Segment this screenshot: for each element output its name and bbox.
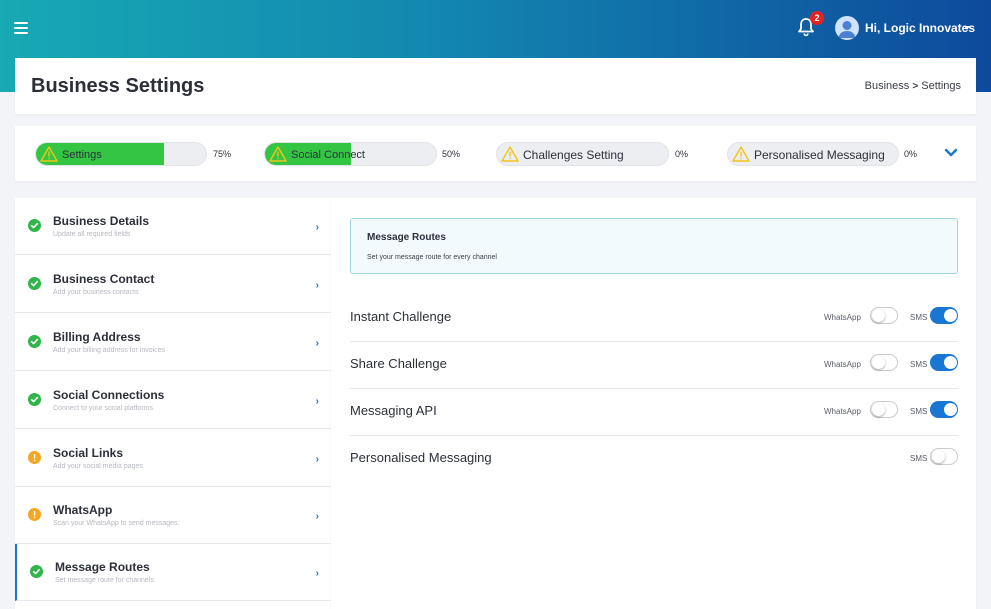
breadcrumb: Business > Settings bbox=[865, 80, 961, 92]
sidebar-item-billing-address[interactable]: Billing Address Add your billing address… bbox=[15, 314, 331, 371]
sidebar-item-subtitle: Add your business contacts bbox=[53, 289, 139, 296]
user-menu-caret-icon[interactable] bbox=[964, 26, 970, 30]
sms-toggle[interactable] bbox=[930, 354, 958, 371]
exclamation-circle-icon bbox=[28, 451, 41, 464]
sms-toggle-label: SMS bbox=[910, 407, 928, 416]
sidebar-item-subtitle: Add your billing address for invoices bbox=[53, 347, 166, 354]
check-circle-icon bbox=[28, 335, 41, 348]
sidebar-item-subtitle: Update all required fields bbox=[53, 231, 131, 238]
sms-toggle[interactable] bbox=[930, 401, 958, 418]
chevron-right-icon: › bbox=[315, 396, 319, 407]
check-circle-icon bbox=[30, 565, 43, 578]
sms-toggle-label: SMS bbox=[910, 360, 928, 369]
message-routes-panel: Message Routes Set your message route fo… bbox=[331, 198, 976, 609]
sidebar-item-title: WhatsApp bbox=[53, 503, 113, 517]
chevron-down-icon[interactable] bbox=[944, 148, 958, 158]
sidebar-item-title: Social Links bbox=[53, 446, 124, 460]
chevron-right-icon: › bbox=[315, 280, 319, 291]
check-circle-icon bbox=[28, 393, 41, 406]
check-circle-icon bbox=[28, 277, 41, 290]
progress-card: Settings 75% Social Connect 50% Challeng… bbox=[15, 126, 976, 181]
breadcrumb-current: Settings bbox=[921, 80, 961, 92]
user-avatar-icon[interactable] bbox=[835, 16, 859, 40]
page-title: Business Settings bbox=[31, 75, 205, 97]
progress-pill-personalised-messaging[interactable]: Personalised Messaging bbox=[727, 142, 899, 166]
sms-toggle-label: SMS bbox=[910, 454, 928, 463]
user-greeting[interactable]: Hi, Logic Innovates bbox=[865, 21, 975, 35]
sidebar-item-title: Business Contact bbox=[53, 272, 155, 286]
sidebar-item-message-routes[interactable]: Message Routes Set message route for cha… bbox=[15, 544, 331, 601]
route-name: Share Challenge bbox=[350, 356, 447, 371]
settings-sidebar: Business Details Update all required fie… bbox=[15, 198, 331, 609]
progress-label: Challenges Setting bbox=[523, 148, 624, 162]
progress-percent: 0% bbox=[904, 149, 918, 159]
route-name: Personalised Messaging bbox=[350, 450, 492, 465]
warning-triangle-icon bbox=[501, 146, 519, 162]
route-name: Instant Challenge bbox=[350, 309, 452, 324]
sms-toggle[interactable] bbox=[930, 307, 958, 324]
info-title: Message Routes bbox=[367, 232, 446, 243]
sidebar-item-subtitle: Add your social media pages bbox=[53, 463, 143, 470]
info-subtitle: Set your message route for every channel bbox=[367, 254, 497, 261]
progress-label: Personalised Messaging bbox=[754, 148, 885, 162]
route-row-instant-challenge: Instant Challenge WhatsApp SMS bbox=[350, 295, 958, 342]
route-row-personalised-messaging: Personalised Messaging SMS bbox=[350, 436, 958, 483]
sidebar-item-social-connections[interactable]: Social Connections Connect to your socia… bbox=[15, 372, 331, 429]
sidebar-item-title: Billing Address bbox=[53, 330, 141, 344]
warning-triangle-icon bbox=[732, 146, 750, 162]
progress-percent: 75% bbox=[213, 149, 232, 159]
exclamation-circle-icon bbox=[28, 508, 41, 521]
sidebar-item-subtitle: Connect to your social platforms bbox=[53, 405, 153, 412]
breadcrumb-parent[interactable]: Business bbox=[865, 80, 910, 92]
progress-pill-challenges-setting[interactable]: Challenges Setting bbox=[496, 142, 669, 166]
chevron-right-icon: › bbox=[315, 511, 319, 522]
whatsapp-toggle-label: WhatsApp bbox=[824, 313, 861, 322]
info-box: Message Routes Set your message route fo… bbox=[350, 218, 958, 274]
sidebar-item-business-details[interactable]: Business Details Update all required fie… bbox=[15, 198, 331, 255]
hamburger-menu-icon[interactable] bbox=[14, 22, 28, 34]
chevron-right-icon: › bbox=[315, 454, 319, 465]
sidebar-item-subtitle: Scan your WhatsApp to send messages. bbox=[53, 520, 180, 527]
chevron-right-icon: › bbox=[315, 222, 319, 233]
whatsapp-toggle[interactable] bbox=[870, 307, 898, 324]
progress-pill-social-connect[interactable]: Social Connect bbox=[264, 142, 437, 166]
sidebar-item-social-links[interactable]: Social Links Add your social media pages… bbox=[15, 430, 331, 487]
warning-triangle-icon bbox=[269, 146, 287, 162]
sidebar-item-subtitle: Set message route for channels bbox=[55, 577, 154, 584]
whatsapp-toggle-label: WhatsApp bbox=[824, 360, 861, 369]
route-name: Messaging API bbox=[350, 403, 437, 418]
progress-percent: 50% bbox=[442, 149, 461, 159]
route-row-messaging-api: Messaging API WhatsApp SMS bbox=[350, 389, 958, 436]
progress-label: Social Connect bbox=[291, 149, 365, 161]
chevron-right-icon: › bbox=[315, 568, 319, 579]
progress-label: Settings bbox=[62, 149, 102, 161]
breadcrumb-separator: > bbox=[912, 81, 919, 92]
sidebar-item-business-contact[interactable]: Business Contact Add your business conta… bbox=[15, 256, 331, 313]
progress-pill-settings[interactable]: Settings bbox=[35, 142, 207, 166]
route-row-share-challenge: Share Challenge WhatsApp SMS bbox=[350, 342, 958, 389]
progress-percent: 0% bbox=[675, 149, 689, 159]
chevron-right-icon: › bbox=[315, 338, 319, 349]
whatsapp-toggle[interactable] bbox=[870, 354, 898, 371]
sms-toggle-label: SMS bbox=[910, 313, 928, 322]
whatsapp-toggle[interactable] bbox=[870, 401, 898, 418]
check-circle-icon bbox=[28, 219, 41, 232]
sms-toggle[interactable] bbox=[930, 448, 958, 465]
sidebar-item-whatsapp[interactable]: WhatsApp Scan your WhatsApp to send mess… bbox=[15, 487, 331, 544]
sidebar-item-title: Social Connections bbox=[53, 388, 165, 402]
whatsapp-toggle-label: WhatsApp bbox=[824, 407, 861, 416]
page-header-card: Business Settings Business > Settings bbox=[15, 58, 976, 114]
warning-triangle-icon bbox=[40, 146, 58, 162]
sidebar-item-title: Message Routes bbox=[55, 560, 150, 574]
notification-count-badge: 2 bbox=[810, 11, 824, 25]
sidebar-item-title: Business Details bbox=[53, 214, 150, 228]
